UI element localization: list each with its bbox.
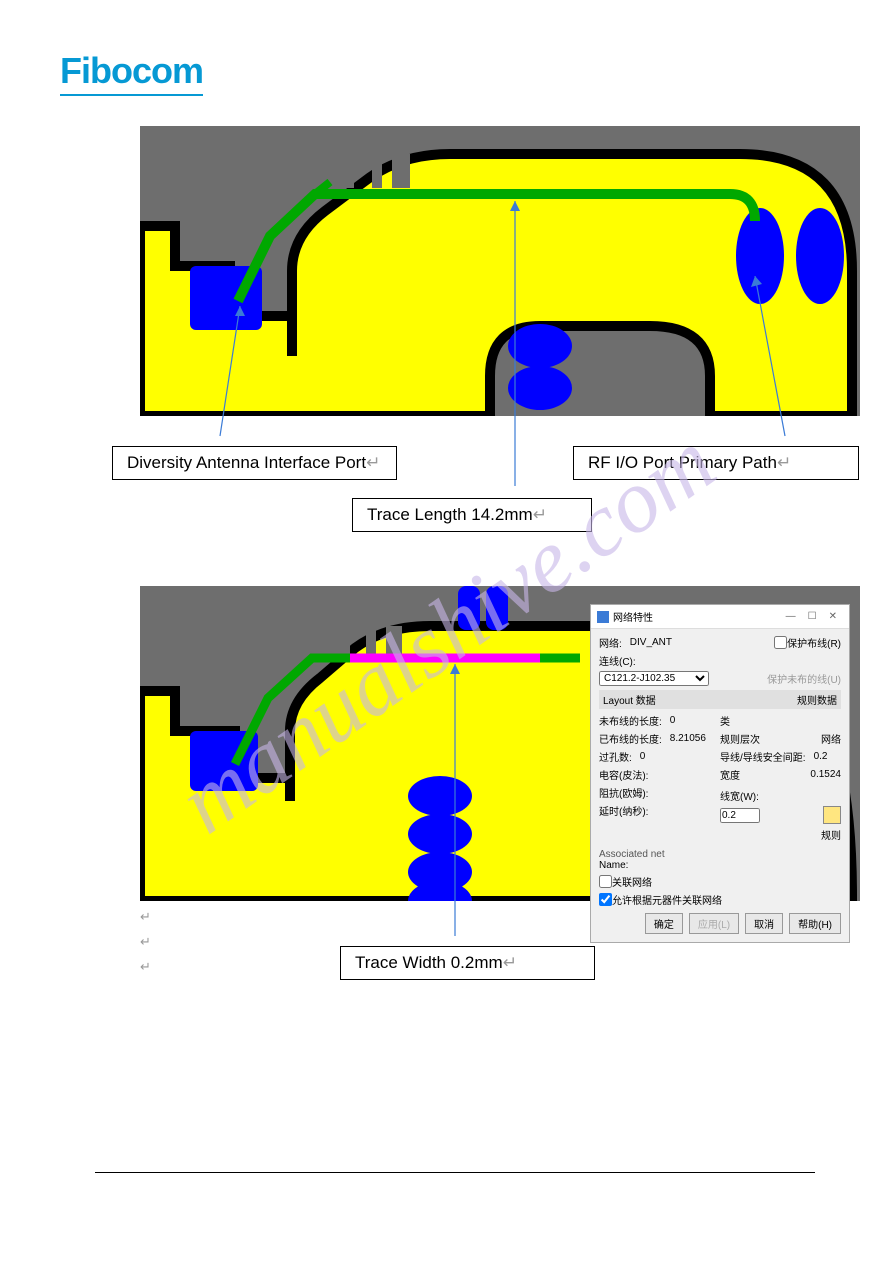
label-trace-width: Trace Width 0.2mm↵ bbox=[340, 946, 595, 980]
dialog-icon bbox=[597, 611, 609, 623]
assoc-net-checkbox[interactable] bbox=[599, 875, 612, 888]
cancel-button[interactable]: 取消 bbox=[745, 913, 783, 934]
apply-button[interactable]: 应用(L) bbox=[689, 913, 739, 934]
net-value: DIV_ANT bbox=[630, 637, 672, 648]
label-rf-port: RF I/O Port Primary Path↵ bbox=[573, 446, 859, 480]
label-diversity-port: Diversity Antenna Interface Port↵ bbox=[112, 446, 397, 480]
maximize-icon[interactable]: ☐ bbox=[802, 611, 823, 622]
footer-rule bbox=[95, 1172, 815, 1173]
rules-section: 规则数据 bbox=[797, 692, 837, 707]
brand-logo: Fibocom bbox=[60, 50, 203, 96]
protect-route-checkbox[interactable] bbox=[774, 636, 787, 649]
net-label: 网络: bbox=[599, 635, 622, 650]
linewidth-input[interactable] bbox=[720, 808, 760, 823]
net-properties-dialog[interactable]: 网络特性 — ☐ ✕ 网络: DIV_ANT 保护布线(R) 连线( bbox=[590, 604, 850, 943]
return-mark: ↵ bbox=[140, 909, 151, 925]
rules-icon[interactable] bbox=[823, 806, 841, 824]
layout-section: Layout 数据 bbox=[603, 692, 797, 707]
connection-select[interactable]: C121.2-J102.35 bbox=[599, 671, 709, 686]
allow-assoc-checkbox[interactable] bbox=[599, 893, 612, 906]
assoc-net-label: Associated net bbox=[599, 849, 841, 860]
label-trace-length: Trace Length 14.2mm↵ bbox=[352, 498, 592, 532]
protect-unrouted-label: 保护未布的线(U) bbox=[767, 671, 841, 686]
help-button[interactable]: 帮助(H) bbox=[789, 913, 841, 934]
ok-button[interactable]: 确定 bbox=[645, 913, 683, 934]
protect-route-label: 保护布线(R) bbox=[787, 635, 841, 650]
dialog-title: 网络特性 bbox=[613, 609, 653, 624]
conn-label: 连线(C): bbox=[599, 653, 636, 668]
return-mark: ↵ bbox=[140, 934, 151, 950]
return-mark: ↵ bbox=[140, 959, 151, 975]
rules-button[interactable]: 规则 bbox=[821, 827, 841, 842]
minimize-icon[interactable]: — bbox=[780, 611, 802, 622]
close-icon[interactable]: ✕ bbox=[823, 611, 843, 622]
